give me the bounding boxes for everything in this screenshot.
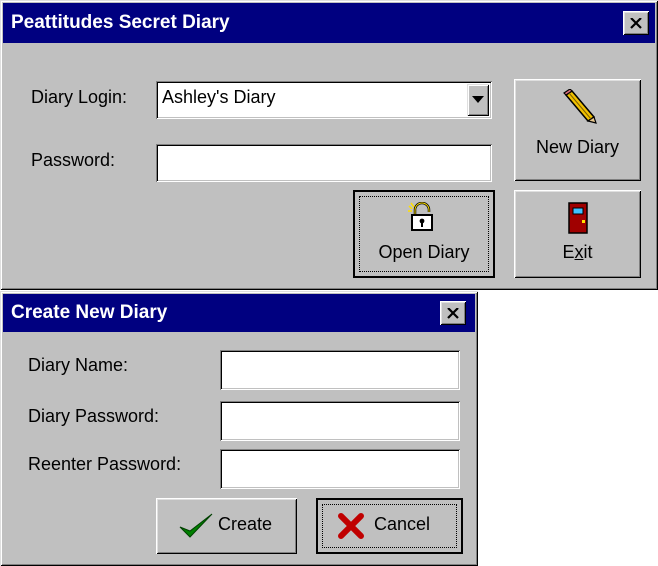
reenter-password-input[interactable] xyxy=(220,449,460,489)
diary-password-label: Diary Password: xyxy=(28,406,160,426)
create-label: Create xyxy=(218,514,273,534)
diary-name-input[interactable] xyxy=(220,350,460,390)
open-diary-button[interactable]: Open Diary xyxy=(353,190,495,278)
diary-password-input[interactable] xyxy=(220,401,460,441)
exit-button[interactable]: Exit xyxy=(514,190,641,278)
create-window-titlebar[interactable]: Create New Diary xyxy=(3,294,475,332)
create-button[interactable]: Create xyxy=(156,498,297,554)
diary-name-label: Diary Name: xyxy=(28,355,129,375)
exit-label: Exit xyxy=(562,242,593,262)
door-icon xyxy=(568,202,588,234)
password-label: Password: xyxy=(31,150,116,170)
cancel-label: Cancel xyxy=(374,514,431,534)
diary-login-value: Ashley's Diary xyxy=(162,87,276,107)
login-window-title: Peattitudes Secret Diary xyxy=(11,12,230,33)
new-diary-button[interactable]: New Diary xyxy=(514,79,641,181)
cancel-button[interactable]: Cancel xyxy=(316,498,463,554)
new-diary-label: New Diary xyxy=(535,137,619,157)
diary-login-dropdown-button[interactable] xyxy=(467,84,489,116)
close-x-icon xyxy=(630,17,642,29)
checkmark-icon xyxy=(179,513,213,538)
x-mark-icon xyxy=(338,513,364,539)
close-x-icon xyxy=(447,307,459,319)
reenter-password-label: Reenter Password: xyxy=(28,454,182,474)
pencil-icon xyxy=(563,89,597,124)
diary-login-combo[interactable]: Ashley's Diary xyxy=(156,81,492,119)
chevron-down-icon xyxy=(472,96,484,103)
login-window-titlebar[interactable]: Peattitudes Secret Diary xyxy=(3,3,655,43)
password-input[interactable] xyxy=(156,144,492,182)
create-close-button[interactable] xyxy=(440,301,466,325)
diary-login-label: Diary Login: xyxy=(31,87,128,107)
create-window-title: Create New Diary xyxy=(11,302,168,323)
login-close-button[interactable] xyxy=(623,11,649,35)
padlock-icon xyxy=(408,202,433,231)
login-window: Peattitudes Secret Diary Diary Login: As… xyxy=(0,0,658,290)
create-diary-window: Create New Diary Diary Name: Diary Passw… xyxy=(0,291,478,566)
open-diary-label: Open Diary xyxy=(378,242,470,262)
